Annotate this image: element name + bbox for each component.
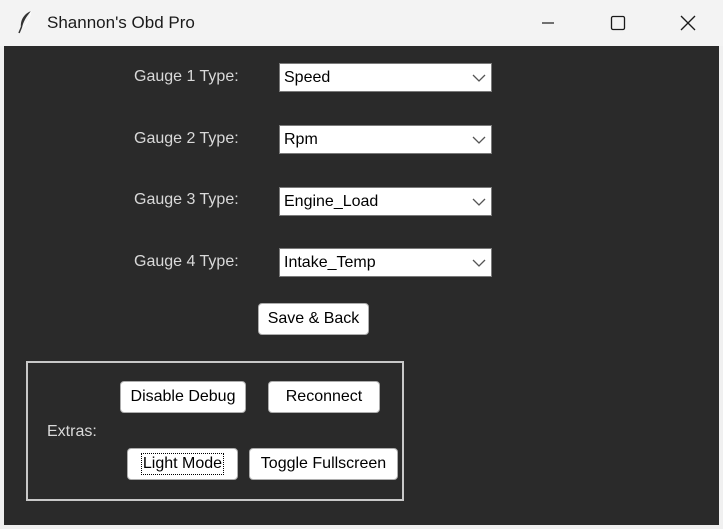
minimize-button[interactable] xyxy=(513,0,583,46)
save-back-label: Save & Back xyxy=(267,310,360,327)
gauge-1-type-value: Speed xyxy=(284,69,331,86)
gauge-3-type-combobox[interactable]: Engine_Load xyxy=(279,187,492,216)
gauge-4-label: Gauge 4 Type: xyxy=(134,253,239,270)
chevron-down-icon[interactable] xyxy=(472,72,486,84)
chevron-down-icon[interactable] xyxy=(472,134,486,146)
reconnect-button[interactable]: Reconnect xyxy=(268,381,380,413)
chevron-down-icon[interactable] xyxy=(472,196,486,208)
light-mode-label: Light Mode xyxy=(140,453,225,475)
gauge-3-label: Gauge 3 Type: xyxy=(134,191,239,208)
gauge-3-type-value: Engine_Load xyxy=(284,193,379,210)
reconnect-label: Reconnect xyxy=(285,388,363,405)
close-icon xyxy=(680,15,696,31)
save-back-button[interactable]: Save & Back xyxy=(258,303,369,335)
chevron-down-icon[interactable] xyxy=(472,257,486,269)
gauge-2-type-value: Rpm xyxy=(284,131,318,148)
maximize-icon xyxy=(610,15,626,31)
feather-icon xyxy=(18,10,32,34)
app-window: Shannon's Obd Pro Gauge 1 Type: Speed Ga… xyxy=(0,0,723,529)
toggle-fullscreen-label: Toggle Fullscreen xyxy=(260,455,387,472)
gauge-4-type-combobox[interactable]: Intake_Temp xyxy=(279,248,492,277)
gauge-2-type-combobox[interactable]: Rpm xyxy=(279,125,492,154)
window-title: Shannon's Obd Pro xyxy=(47,13,195,32)
gauge-2-label: Gauge 2 Type: xyxy=(134,130,239,147)
maximize-button[interactable] xyxy=(583,0,653,46)
client-area: Gauge 1 Type: Speed Gauge 2 Type: Rpm Ga… xyxy=(4,46,719,525)
disable-debug-label: Disable Debug xyxy=(130,388,236,405)
disable-debug-button[interactable]: Disable Debug xyxy=(120,381,246,413)
gauge-1-type-combobox[interactable]: Speed xyxy=(279,63,492,92)
title-bar[interactable]: Shannon's Obd Pro xyxy=(0,0,723,46)
minimize-icon xyxy=(542,22,554,24)
gauge-1-label: Gauge 1 Type: xyxy=(134,68,239,85)
extras-label: Extras: xyxy=(47,423,97,440)
toggle-fullscreen-button[interactable]: Toggle Fullscreen xyxy=(249,448,398,480)
light-mode-button[interactable]: Light Mode xyxy=(127,448,238,480)
close-button[interactable] xyxy=(653,0,723,46)
gauge-4-type-value: Intake_Temp xyxy=(284,254,376,271)
